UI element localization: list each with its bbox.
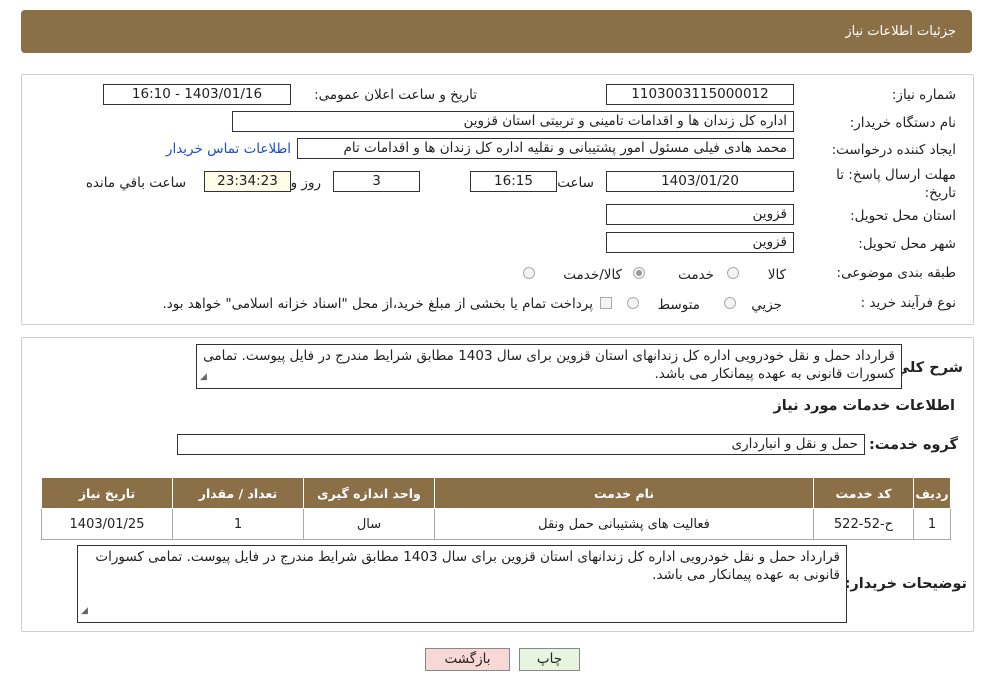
deadline-days-field: 3 — [333, 171, 420, 192]
city-label: شهر محل تحویل: — [858, 236, 956, 252]
treasury-checkbox[interactable] — [600, 297, 612, 309]
print-button[interactable]: چاپ — [519, 648, 580, 671]
services-panel: شرح کلي نياز: قرارداد حمل و نقل خودرویی … — [21, 337, 974, 632]
services-section-title: اطلاعات خدمات مورد نیاز — [773, 398, 955, 414]
requester-label: ایجاد کننده درخواست: — [831, 142, 956, 158]
service-group-label: گروه خدمت: — [868, 437, 958, 453]
category-label: طبقه بندی موضوعی: — [836, 265, 956, 281]
purchase-radio-medium[interactable] — [627, 297, 639, 309]
purchase-radio-partial[interactable] — [724, 297, 736, 309]
resize-grip-icon[interactable]: ◢ — [200, 368, 207, 386]
cell-qty: 1 — [172, 508, 304, 540]
cell-unit: سال — [303, 508, 435, 540]
deadline-time-field: 16:15 — [470, 171, 557, 192]
purchase-option-partial: جزیي — [751, 297, 782, 313]
col-unit-header: واحد اندازه گیری — [303, 477, 435, 509]
purchase-type-label: نوع فرآیند خرید : — [860, 295, 956, 311]
cell-row: 1 — [913, 508, 951, 540]
cell-date: 1403/01/25 — [41, 508, 173, 540]
page-title: جزئیات اطلاعات نیاز — [845, 24, 956, 39]
deadline-date-field: 1403/01/20 — [606, 171, 794, 192]
table-row: 1 ح-52-522 فعالیت های پشتیبانی حمل ونقل … — [41, 508, 951, 540]
table-header-row: ردیف کد خدمت نام خدمت واحد اندازه گیری ت… — [41, 477, 951, 509]
col-row-header: ردیف — [913, 477, 951, 509]
buyer-notes-text: قرارداد حمل و نقل خودرویی اداره کل زندان… — [95, 549, 840, 583]
category-option-goods-service: کالا/خدمت — [563, 267, 622, 283]
col-code-header: کد خدمت — [813, 477, 914, 509]
category-radio-service[interactable] — [633, 267, 645, 279]
province-label: استان محل تحویل: — [850, 208, 956, 224]
announce-date-label: تاریخ و ساعت اعلان عمومی: — [314, 87, 477, 103]
province-field: قزوین — [606, 204, 794, 225]
need-info-panel: شماره نیاز: 1103003115000012 تاریخ و ساع… — [21, 74, 974, 325]
announce-date-field: 1403/01/16 - 16:10 — [103, 84, 291, 105]
remaining-time-label: ساعت باقي مانده — [85, 175, 186, 191]
city-field: قزوین — [606, 232, 794, 253]
buyer-notes-textarea[interactable]: قرارداد حمل و نقل خودرویی اداره کل زندان… — [77, 545, 847, 623]
treasury-note: پرداخت تمام یا بخشی از مبلغ خرید،از محل … — [162, 296, 593, 312]
category-option-service: خدمت — [678, 267, 714, 283]
deadline-label: مهلت ارسال پاسخ: تا تاریخ: — [836, 167, 956, 201]
buyer-notes-label: توضیحات خریدار: — [844, 576, 967, 592]
back-button[interactable]: بازگشت — [425, 648, 510, 671]
services-table: ردیف کد خدمت نام خدمت واحد اندازه گیری ت… — [41, 477, 951, 540]
purchase-option-medium: متوسط — [657, 297, 700, 313]
resize-grip-icon[interactable]: ◢ — [81, 602, 88, 620]
need-number-label: شماره نیاز: — [891, 87, 956, 103]
category-radio-goods-service[interactable] — [523, 267, 535, 279]
cell-name: فعالیت های پشتیبانی حمل ونقل — [434, 508, 814, 540]
page-header: جزئیات اطلاعات نیاز — [21, 10, 972, 53]
category-radio-goods[interactable] — [727, 267, 739, 279]
category-option-goods: کالا — [767, 267, 786, 283]
col-qty-header: تعداد / مقدار — [172, 477, 304, 509]
deadline-days-label: روز و — [290, 175, 321, 191]
description-text: قرارداد حمل و نقل خودرویی اداره کل زندان… — [203, 348, 895, 382]
requester-field: محمد هادی فیلی مسئول امور پشتیبانی و نقل… — [297, 138, 794, 159]
col-name-header: نام خدمت — [434, 477, 814, 509]
buyer-contact-link[interactable]: اطلاعات تماس خریدار — [166, 141, 291, 157]
need-number-field: 1103003115000012 — [606, 84, 794, 105]
deadline-time-label: ساعت — [557, 175, 594, 191]
service-group-field: حمل و نقل و انبارداری — [177, 434, 865, 455]
buyer-org-label: نام دستگاه خریدار: — [849, 115, 956, 131]
cell-code: ح-52-522 — [813, 508, 914, 540]
remaining-time-field: 23:34:23 — [204, 171, 291, 192]
buyer-org-field: اداره کل زندان ها و اقدامات تامینی و ترب… — [232, 111, 794, 132]
col-date-header: تاریخ نیاز — [41, 477, 173, 509]
description-textarea[interactable]: قرارداد حمل و نقل خودرویی اداره کل زندان… — [196, 344, 902, 389]
